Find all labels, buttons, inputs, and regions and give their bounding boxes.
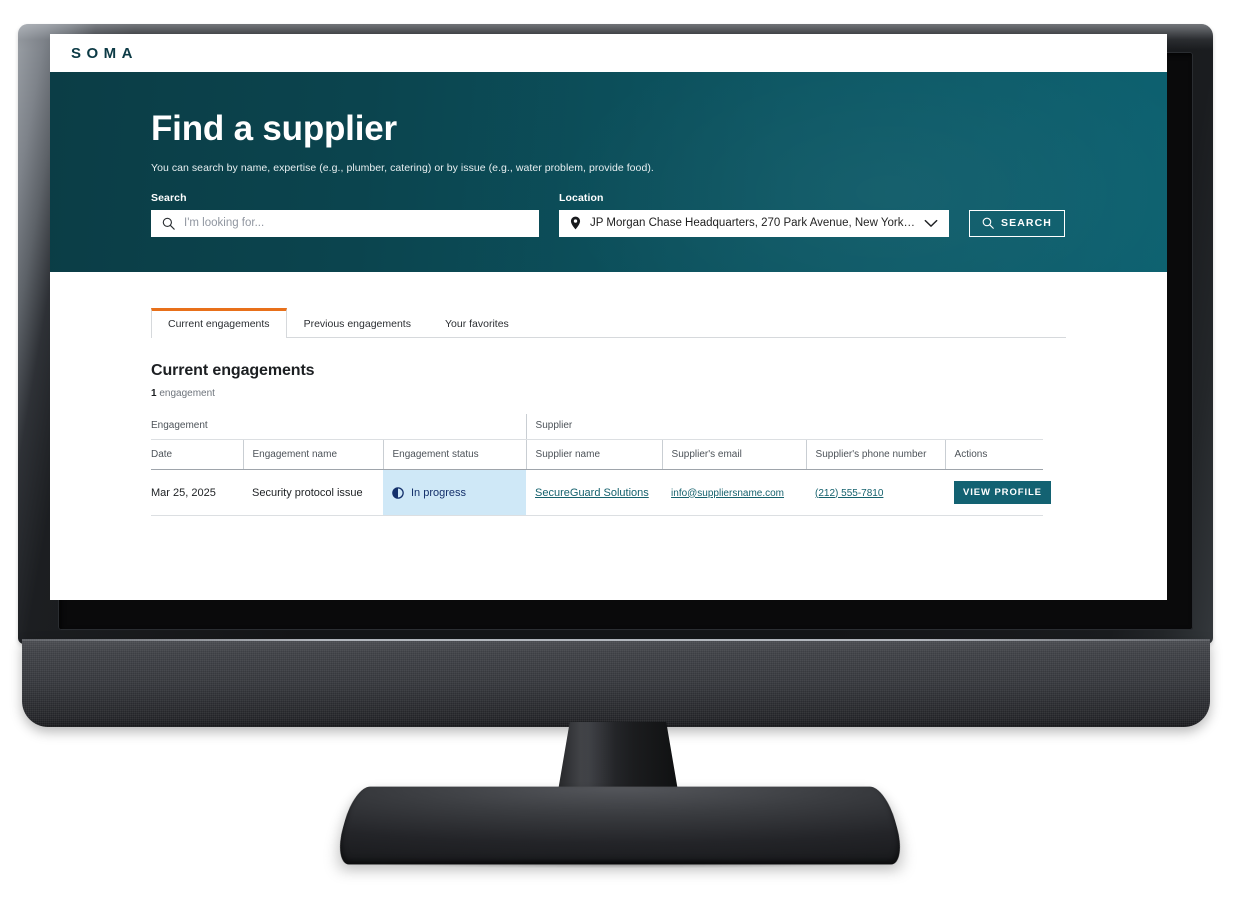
col-supplier-email: Supplier's email: [661, 439, 807, 470]
web-page: SOMA Find a supplier You can search by n…: [50, 34, 1167, 600]
table-header-row: Date Engagement name Engagement status S…: [151, 439, 1044, 470]
col-engagement-name: Engagement name: [242, 439, 383, 470]
tab-your-favorites[interactable]: Your favorites: [428, 308, 526, 338]
col-supplier-name: Supplier name: [525, 439, 663, 470]
supplier-email-link[interactable]: info@suppliersname.com: [671, 488, 784, 499]
engagement-count-word: engagement: [159, 388, 215, 399]
view-profile-button[interactable]: VIEW PROFILE: [954, 481, 1051, 504]
cell-date: Mar 25, 2025: [151, 469, 243, 516]
search-label: Search: [151, 191, 187, 204]
half-circle-icon: [392, 486, 404, 499]
chevron-down-icon[interactable]: [924, 219, 938, 228]
tab-previous-engagements[interactable]: Previous engagements: [287, 308, 428, 338]
tab-current-engagements[interactable]: Current engagements: [151, 308, 287, 338]
hero-banner: Find a supplier You can search by name, …: [50, 72, 1167, 272]
location-select[interactable]: JP Morgan Chase Headquarters, 270 Park A…: [559, 209, 949, 237]
group-header-engagement: Engagement: [151, 414, 527, 440]
search-button[interactable]: SEARCH: [969, 209, 1065, 237]
engagements-table: Engagement Supplier Date Engagement name…: [151, 414, 1051, 516]
search-field-group: Search I'm looking for...: [151, 192, 539, 237]
map-pin-icon: [570, 216, 581, 230]
search-placeholder-text: I'm looking for...: [184, 217, 265, 229]
cell-engagement-name: Security protocol issue: [243, 469, 383, 516]
cell-supplier-phone: (212) 555-7810: [806, 469, 946, 516]
engagement-count: 1 engagement: [151, 388, 1167, 399]
screen-viewport: SOMA Find a supplier You can search by n…: [50, 34, 1167, 600]
location-label: Location: [559, 191, 604, 204]
brand-logo[interactable]: SOMA: [71, 45, 138, 62]
page-subtitle: You can search by name, expertise (e.g.,…: [151, 161, 654, 174]
group-header-supplier: Supplier: [525, 414, 1044, 440]
location-value: JP Morgan Chase Headquarters, 270 Park A…: [590, 217, 915, 229]
supplier-name-link[interactable]: SecureGuard Solutions: [535, 487, 649, 499]
section-title: Current engagements: [151, 362, 315, 379]
table-row: Mar 25, 2025 Security protocol issue In …: [151, 469, 1051, 516]
col-engagement-status: Engagement status: [382, 439, 527, 470]
col-supplier-phone: Supplier's phone number: [805, 439, 946, 470]
cell-supplier-email: info@suppliersname.com: [662, 469, 807, 516]
monitor-scene: SOMA Find a supplier You can search by n…: [0, 0, 1239, 897]
search-icon: [982, 217, 994, 229]
monitor-stand-base: [332, 786, 908, 865]
location-field-group: Location JP Morgan Chase Headquarters, 2…: [559, 192, 949, 237]
search-input[interactable]: I'm looking for...: [151, 209, 539, 237]
cell-engagement-status: In progress: [383, 469, 527, 516]
col-date: Date: [151, 439, 243, 470]
col-actions: Actions: [944, 439, 1044, 470]
cell-actions: VIEW PROFILE: [945, 469, 1051, 516]
engagement-count-value: 1: [151, 388, 157, 399]
table-group-header-row: Engagement Supplier: [151, 414, 1044, 440]
search-button-label: SEARCH: [1001, 217, 1052, 229]
site-header: SOMA: [50, 34, 1167, 72]
search-form: Search I'm looking for... Location JP Mo…: [151, 192, 1167, 237]
page-title: Find a supplier: [151, 109, 397, 148]
search-icon: [162, 217, 175, 230]
main-content: Current engagements Previous engagements…: [50, 307, 1167, 516]
status-badge: In progress: [411, 486, 467, 499]
monitor-chin: [22, 639, 1210, 727]
tab-bar: Current engagements Previous engagements…: [151, 307, 1066, 338]
supplier-phone-link[interactable]: (212) 555-7810: [815, 488, 883, 499]
cell-supplier-name: SecureGuard Solutions: [526, 469, 663, 516]
